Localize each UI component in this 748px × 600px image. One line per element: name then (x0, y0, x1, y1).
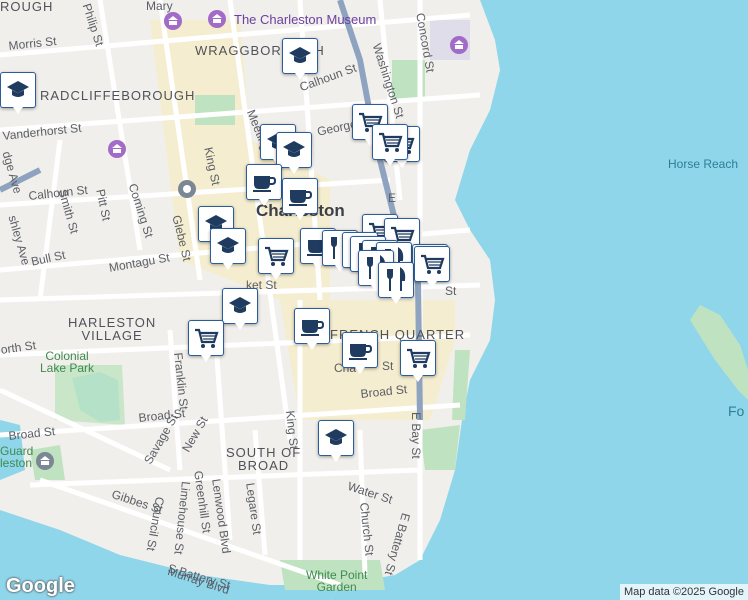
museum-icon[interactable] (450, 36, 468, 54)
shop-icon (404, 344, 432, 372)
school-icon (4, 76, 32, 104)
school-icon (214, 232, 242, 260)
shop-icon (262, 242, 290, 270)
poi-label[interactable]: The Charleston Museum (234, 13, 376, 26)
park-label: Colonial Lake Park (40, 349, 95, 375)
map-attribution[interactable]: Map data ©2025 Google (619, 584, 748, 600)
shop-marker[interactable] (414, 246, 450, 288)
shop-marker[interactable] (372, 124, 408, 166)
school-marker[interactable] (210, 228, 246, 270)
school-marker[interactable] (0, 72, 36, 114)
museum-icon[interactable] (164, 12, 182, 30)
school-marker[interactable] (276, 132, 312, 174)
park-area (420, 425, 460, 470)
place-icon[interactable] (178, 180, 196, 198)
restaurant-icon (382, 266, 410, 294)
neighborhood-label: HARLESTON VILLAGE (68, 315, 157, 343)
neighborhood-label: ROUGH (0, 0, 54, 14)
cafe-marker[interactable] (246, 164, 282, 206)
street-label: St (445, 284, 457, 298)
school-marker[interactable] (222, 288, 258, 330)
street-label: E (388, 191, 397, 205)
place-icon[interactable] (36, 452, 54, 470)
marion-square (195, 95, 235, 125)
cafe-icon (286, 182, 314, 210)
museum-icon[interactable] (208, 10, 226, 28)
cafe-icon (250, 168, 278, 196)
shop-marker[interactable] (258, 238, 294, 280)
google-logo: Google (6, 575, 75, 597)
school-icon (286, 42, 314, 70)
street-label: E Bay St (409, 412, 423, 459)
park-label: White Point Garden (306, 568, 368, 594)
shop-icon (376, 128, 404, 156)
neighborhood-label: SOUTH OF BROAD (226, 445, 302, 473)
school-marker[interactable] (282, 38, 318, 80)
school-icon (226, 292, 254, 320)
restaurant-marker[interactable] (378, 262, 414, 304)
park-label: Guard leston (0, 444, 34, 470)
cafe-marker[interactable] (294, 308, 330, 350)
street-label: King St (283, 409, 302, 450)
street-label: St (382, 359, 394, 373)
shop-marker[interactable] (188, 320, 224, 362)
school-marker[interactable] (318, 420, 354, 462)
neighborhood-label: RADCLIFFEBOROUGH (40, 88, 196, 103)
water-label: Fo (728, 403, 745, 419)
shop-icon (418, 250, 446, 278)
cafe-marker[interactable] (342, 332, 378, 374)
cafe-icon (346, 336, 374, 364)
shop-marker[interactable] (400, 340, 436, 382)
cafe-icon (298, 312, 326, 340)
school-icon (322, 424, 350, 452)
museum-icon[interactable] (108, 140, 126, 158)
cafe-marker[interactable] (282, 178, 318, 220)
water-label: Horse Reach (668, 157, 739, 171)
shop-icon (192, 324, 220, 352)
street-label: Mary (146, 0, 173, 13)
school-icon (280, 136, 308, 164)
